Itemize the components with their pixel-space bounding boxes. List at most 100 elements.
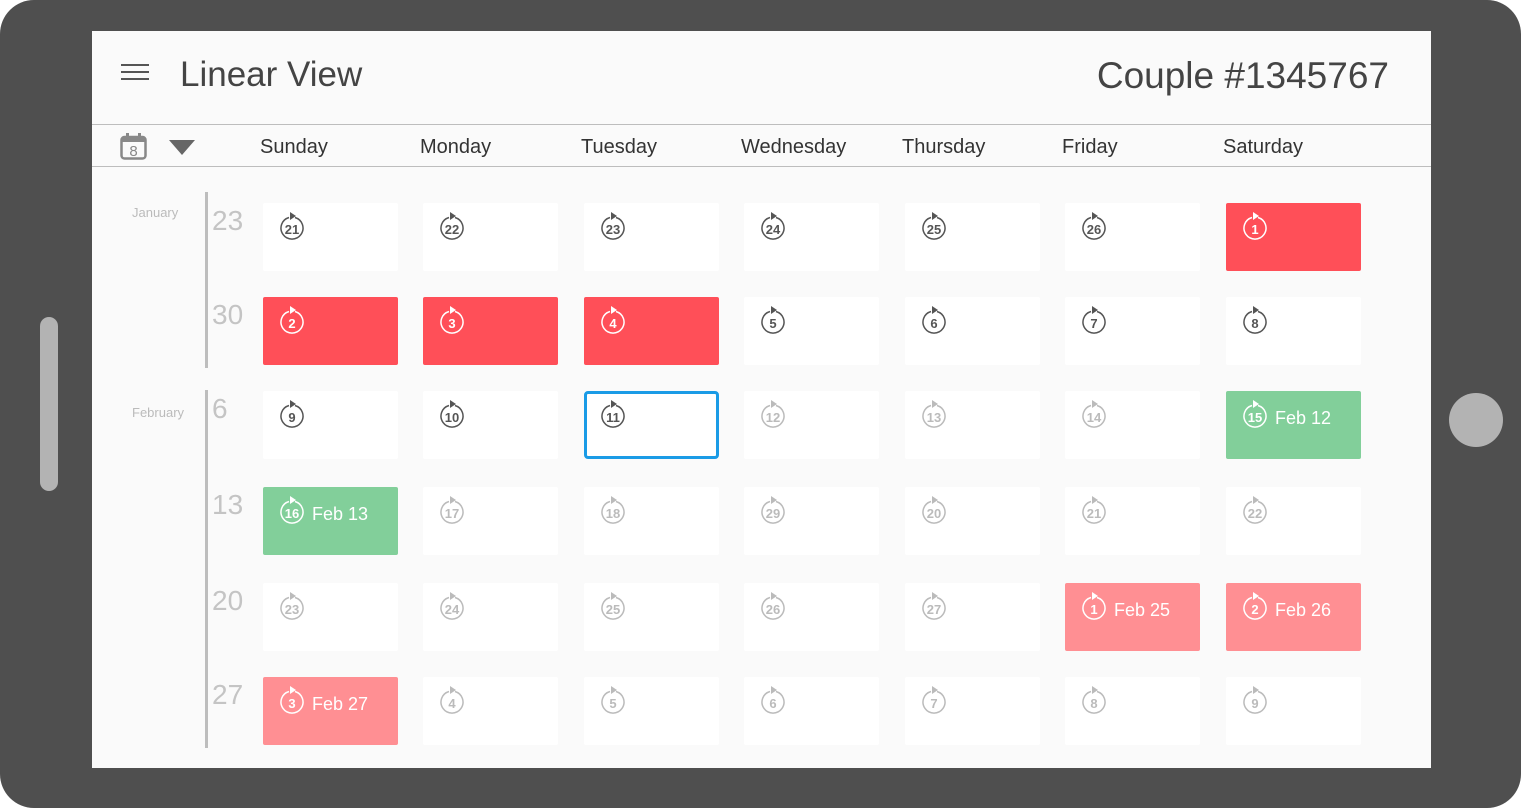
cycle-day-icon: 3 [279,685,305,715]
cycle-day-number: 7 [1090,316,1098,331]
cycle-day-icon: 9 [279,399,305,429]
cycle-day-number: 18 [605,506,621,521]
calendar-day-cell[interactable]: 2 [263,297,398,365]
cycle-day-icon: 25 [600,591,626,621]
cycle-day-number: 8 [1090,696,1098,711]
cycle-day-number: 24 [765,222,781,237]
calendar-day-cell[interactable]: 22 [1226,487,1361,555]
calendar-day-cell[interactable]: 27 [905,583,1040,651]
calendar-day-cell[interactable]: 7 [905,677,1040,745]
cycle-day-number: 23 [605,222,621,237]
page-title: Linear View [180,55,363,94]
hamburger-menu-icon[interactable] [121,64,149,82]
app-screen: Linear View Couple #1345767 8 Sunday Mond… [92,31,1431,768]
calendar-day-cell[interactable]: 8 [1065,677,1200,745]
cycle-day-icon: 11 [600,399,626,429]
cycle-day-number: 8 [1251,316,1259,331]
calendar-day-cell[interactable]: 21 [1065,487,1200,555]
calendar-day-cell[interactable]: 1 Feb 25 [1065,583,1200,651]
calendar-day-cell[interactable]: 17 [423,487,558,555]
calendar-day-cell[interactable]: 14 [1065,391,1200,459]
calendar-day-cell[interactable]: 5 [584,677,719,745]
cycle-day-icon: 6 [760,685,786,715]
cycle-day-number: 5 [769,316,777,331]
month-label-february: February [132,405,185,420]
cycle-day-number: 3 [448,316,456,331]
calendar-day-cell[interactable]: 12 [744,391,879,459]
week-start-label: 30 [212,299,244,330]
cycle-day-number: 22 [1247,506,1263,521]
cycle-day-number: 23 [284,602,300,617]
calendar-day-cell[interactable]: 6 [744,677,879,745]
cycle-day-number: 2 [288,316,296,331]
calendar-day-cell[interactable]: 25 [905,203,1040,271]
cycle-day-number: 20 [926,506,942,521]
cycle-day-icon: 21 [1081,495,1107,525]
view-dropdown-arrow-icon[interactable] [169,140,195,155]
calendar-day-cell[interactable]: 11 [584,391,719,459]
cycle-day-icon: 9 [1242,685,1268,715]
calendar-day-cell[interactable]: 13 [905,391,1040,459]
cycle-day-number: 21 [284,222,300,237]
cycle-day-number: 6 [930,316,938,331]
cycle-day-icon: 5 [600,685,626,715]
month-divider [205,192,208,368]
calendar-day-cell[interactable]: 26 [1065,203,1200,271]
cycle-day-number: 5 [609,696,617,711]
calendar-day-cell[interactable]: 5 [744,297,879,365]
calendar-day-cell[interactable]: 3 Feb 27 [263,677,398,745]
cycle-day-icon: 23 [600,211,626,241]
calendar-day-cell[interactable]: 20 [905,487,1040,555]
svg-text:8: 8 [129,143,137,160]
cycle-day-icon: 15 [1242,399,1268,429]
calendar-day-cell[interactable]: 24 [744,203,879,271]
calendar-day-cell[interactable]: 16 Feb 13 [263,487,398,555]
cycle-day-icon: 26 [1081,211,1107,241]
calendar-day-cell[interactable]: 23 [263,583,398,651]
calendar-day-cell[interactable]: 8 [1226,297,1361,365]
calendar-day-cell[interactable]: 3 [423,297,558,365]
calendar-day-cell[interactable]: 10 [423,391,558,459]
weekday-tuesday: Tuesday [581,136,657,158]
weekday-monday: Monday [420,136,492,158]
cycle-day-icon: 24 [439,591,465,621]
weekday-wednesday: Wednesday [741,136,847,158]
cycle-day-icon: 6 [921,305,947,335]
calendar-day-cell[interactable]: 7 [1065,297,1200,365]
cycle-day-icon: 27 [921,591,947,621]
device-frame: Linear View Couple #1345767 8 Sunday Mond… [0,0,1521,808]
weekday-header: 8 Sunday Monday Tuesday Wednesday Thursday Fr… [92,125,1431,167]
calendar-day-cell[interactable]: 15 Feb 12 [1226,391,1361,459]
cycle-day-icon: 16 [279,495,305,525]
calendar-day-cell[interactable]: 2 Feb 26 [1226,583,1361,651]
calendar-day-cell[interactable]: 23 [584,203,719,271]
calendar-day-cell[interactable]: 4 [423,677,558,745]
cycle-day-number: 17 [444,506,460,521]
calendar-day-cell[interactable]: 1 [1226,203,1361,271]
calendar-day-cell[interactable]: 18 [584,487,719,555]
calendar-day-cell[interactable]: 6 [905,297,1040,365]
calendar-day-cell[interactable]: 25 [584,583,719,651]
cycle-day-number: 11 [606,410,620,425]
device-home-button[interactable] [1449,393,1503,447]
calendar-day-cell[interactable]: 26 [744,583,879,651]
calendar-day-cell[interactable]: 9 [263,391,398,459]
cycle-day-number: 3 [288,696,296,711]
cycle-day-icon: 4 [600,305,626,335]
calendar-day-cell[interactable]: 29 [744,487,879,555]
weekday-saturday: Saturday [1223,136,1304,158]
calendar-day-cell[interactable]: 9 [1226,677,1361,745]
cycle-day-number: 13 [926,410,942,425]
week-start-label: 20 [212,585,244,616]
cycle-day-icon: 29 [760,495,786,525]
calendar-day-cell[interactable]: 21 [263,203,398,271]
calendar-day-cell[interactable]: 4 [584,297,719,365]
calendar-day-cell[interactable]: 22 [423,203,558,271]
cycle-day-icon: 12 [760,399,786,429]
cycle-day-number: 2 [1251,602,1259,617]
calendar-day-cell[interactable]: 24 [423,583,558,651]
calendar-icon[interactable]: 8 [120,133,147,160]
cycle-day-icon: 1 [1242,211,1268,241]
cycle-day-number: 1 [1090,602,1098,617]
cycle-day-icon: 24 [760,211,786,241]
